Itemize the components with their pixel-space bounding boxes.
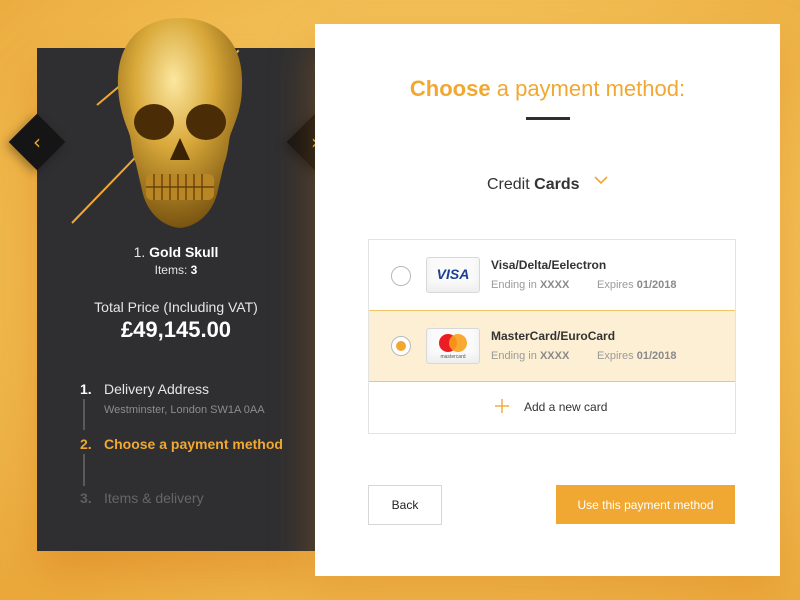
add-new-card-button[interactable]: Add a new card xyxy=(369,381,735,433)
page-title: Choose a payment method: xyxy=(315,76,780,102)
product-index: 1. xyxy=(133,244,146,260)
card-type-value: Cards xyxy=(534,176,580,193)
step-2-number: 2. xyxy=(80,436,92,452)
expires-value: 01/2018 xyxy=(636,350,677,362)
radio-mastercard[interactable] xyxy=(391,336,411,356)
expires-value: 01/2018 xyxy=(636,279,677,291)
step-3-number: 3. xyxy=(80,490,92,506)
total-price-value: £49,145.00 xyxy=(120,317,232,342)
step-1-address: Westminster, London SW1A 0AA xyxy=(104,404,265,416)
step-connector xyxy=(83,399,85,430)
card-type-prefix: Credit xyxy=(487,176,530,193)
card-list: VISA Visa/Delta/Eelectron Ending in XXXX… xyxy=(368,239,736,434)
card-expiry-mastercard: Expires 01/2018 xyxy=(597,350,677,362)
card-option-visa[interactable]: VISA Visa/Delta/Eelectron Ending in XXXX… xyxy=(369,240,735,310)
card-option-mastercard[interactable]: mastercard MasterCard/EuroCard Ending in… xyxy=(369,310,735,382)
ending-label: Ending in xyxy=(491,279,537,291)
previous-product-button[interactable]: ‹ xyxy=(8,113,66,171)
title-underline xyxy=(526,117,570,120)
visa-logo-text: VISA xyxy=(436,266,470,282)
mastercard-logo: mastercard xyxy=(426,328,480,364)
use-payment-method-button[interactable]: Use this payment method xyxy=(556,485,735,524)
gold-skull-image xyxy=(117,18,243,228)
card-type-dropdown[interactable]: Credit Cards xyxy=(487,176,580,194)
step-3-label[interactable]: Items & delivery xyxy=(104,490,204,506)
chevron-left-icon: ‹ xyxy=(33,130,41,154)
step-1-label[interactable]: Delivery Address xyxy=(104,381,209,397)
back-button[interactable]: Back xyxy=(368,485,442,525)
ending-label: Ending in xyxy=(491,350,537,362)
page-title-rest: a payment method: xyxy=(496,76,686,101)
card-name-mastercard: MasterCard/EuroCard xyxy=(491,329,616,343)
expires-label: Expires xyxy=(597,350,634,362)
mastercard-logo-text: mastercard xyxy=(440,354,466,360)
ending-value: XXXX xyxy=(539,350,570,362)
card-expiry-visa: Expires 01/2018 xyxy=(597,279,677,291)
card-ending-visa: Ending in XXXX xyxy=(491,279,569,291)
add-new-card-label: Add a new card xyxy=(524,400,608,414)
items-label: Items: xyxy=(154,263,188,277)
expires-label: Expires xyxy=(597,279,634,291)
product-name-text: Gold Skull xyxy=(149,244,219,260)
step-1-number: 1. xyxy=(80,381,92,397)
card-name-visa: Visa/Delta/Eelectron xyxy=(491,258,607,272)
radio-visa[interactable] xyxy=(391,266,411,286)
ending-value: XXXX xyxy=(539,279,570,291)
plus-icon xyxy=(495,399,509,413)
step-2-label[interactable]: Choose a payment method xyxy=(104,436,283,452)
chevron-down-icon[interactable] xyxy=(593,173,609,187)
items-value: 3 xyxy=(190,263,198,277)
step-connector xyxy=(83,454,85,486)
product-name: 1. Gold Skull xyxy=(37,244,315,260)
page-title-bold: Choose xyxy=(409,76,491,101)
total-price-label: Total Price (Including VAT) xyxy=(94,299,258,315)
card-ending-mastercard: Ending in XXXX xyxy=(491,350,569,362)
items-count: Items: 3 xyxy=(37,263,315,277)
visa-logo: VISA xyxy=(426,257,480,293)
